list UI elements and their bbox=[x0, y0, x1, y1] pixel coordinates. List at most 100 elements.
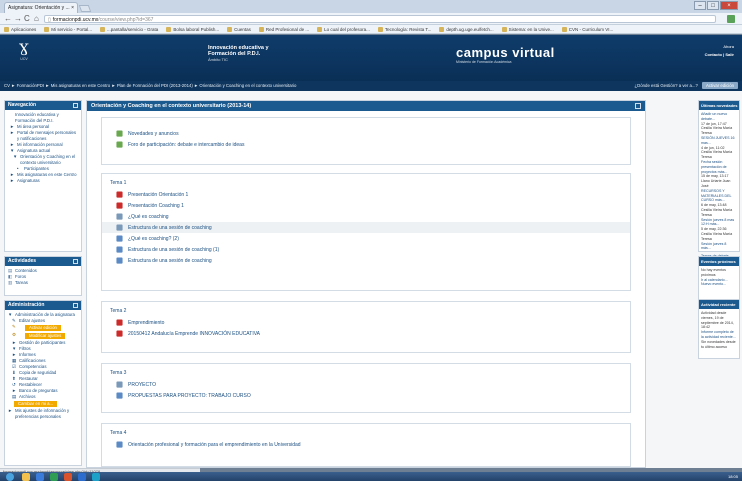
forum-activity[interactable]: Foro de participación: debate e intercam… bbox=[102, 139, 630, 150]
section-title: Tema 1 bbox=[110, 180, 127, 186]
bookmark-label: Bolsa laboral Publish... bbox=[173, 26, 220, 32]
tab-close-icon[interactable]: × bbox=[71, 5, 74, 11]
course-activity[interactable]: Emprendimiento bbox=[102, 317, 630, 328]
browser-icon[interactable] bbox=[36, 473, 44, 481]
home-icon[interactable]: ⌂ bbox=[34, 15, 39, 23]
course-activity[interactable]: PROPUESTAS PARA PROYECTO: TRABAJO CURSO bbox=[102, 390, 630, 401]
bookmark-item[interactable]: ...pantalla/servicio - Grata bbox=[100, 25, 158, 33]
dock-icon[interactable] bbox=[73, 103, 78, 108]
course-activity[interactable]: Presentación Orientación 1 bbox=[102, 189, 630, 200]
header-right-top: Ahora bbox=[723, 44, 734, 49]
explorer-icon[interactable] bbox=[22, 473, 30, 481]
header-links[interactable]: Contacto | Salir bbox=[705, 51, 734, 59]
breadcrumb-right-text[interactable]: ¿Dónde está Gestión? a ver a...? bbox=[635, 83, 698, 88]
bookmark-item[interactable]: Lo cual del profesora... bbox=[317, 25, 370, 33]
forum-activity[interactable]: Novedades y anuncios bbox=[102, 128, 630, 139]
bookmark-icon bbox=[439, 26, 445, 32]
block-link[interactable]: RECURSOS Y MATERIALES DEL CURSO más... bbox=[701, 189, 737, 203]
block-link[interactable]: Nuevo evento... bbox=[701, 282, 737, 287]
admin-item: Cambiar en mi a... bbox=[8, 400, 78, 408]
nav-item-label: Asignaturas bbox=[17, 178, 40, 183]
browser-tab[interactable]: Asignatura: Orientación y ... × bbox=[4, 2, 78, 13]
bookmark-item[interactable]: depth.ug.uge.eu/fetch... bbox=[439, 25, 494, 33]
bookmark-item[interactable]: Sistema: en la Unive... bbox=[501, 25, 554, 33]
block-link[interactable]: Informe completo de la actividad recient… bbox=[701, 330, 737, 340]
course-activity[interactable]: PROYECTO bbox=[102, 379, 630, 390]
forum-icon bbox=[116, 141, 123, 148]
course-content: Orientación y Coaching en el contexto un… bbox=[86, 100, 646, 468]
block-link[interactable]: Fecha sesión presentación de proyectos m… bbox=[701, 160, 737, 174]
chrome-icon[interactable] bbox=[50, 473, 58, 481]
back-arrow-icon[interactable]: ← bbox=[4, 15, 12, 23]
start-button-icon[interactable] bbox=[6, 473, 14, 481]
nav-arrow-icon: ▼ bbox=[13, 154, 18, 159]
skype-icon[interactable] bbox=[92, 473, 100, 481]
university-logo[interactable]: Ɣ UCV bbox=[10, 43, 38, 61]
administration-block-header: Administración bbox=[5, 301, 81, 310]
switch-role-button[interactable]: Cambiar en mi a... bbox=[14, 401, 58, 407]
bookmark-label: ...pantalla/servicio - Grata bbox=[107, 26, 159, 32]
course-activity[interactable]: Orientación profesional y formación para… bbox=[102, 439, 630, 450]
breadcrumb-path[interactable]: CV ► FormaciónPDI ► Mis asignaturas en e… bbox=[4, 83, 296, 88]
header-subtitle: Ámbito TIC bbox=[208, 57, 228, 62]
bookmark-item[interactable]: Bolsa laboral Publish... bbox=[166, 25, 219, 33]
admin-action-button[interactable]: Modificar ajustes bbox=[25, 333, 66, 339]
recent-activity-block: Actividad reciente Actividad desde viern… bbox=[698, 299, 740, 359]
nav-item[interactable]: ► Asignaturas bbox=[8, 178, 78, 184]
course-activity[interactable]: Presentación Coaching 1 bbox=[102, 200, 630, 211]
forward-arrow-icon[interactable]: → bbox=[14, 15, 22, 23]
section-title: Tema 4 bbox=[110, 430, 127, 436]
reload-icon[interactable]: C bbox=[24, 15, 30, 23]
admin-item-icon: ▤ bbox=[12, 394, 17, 399]
dock-icon[interactable] bbox=[73, 303, 78, 308]
admin-item[interactable]: ► Mis ajustes de información y preferenci… bbox=[8, 408, 78, 420]
powerpoint-icon[interactable] bbox=[64, 473, 72, 481]
bookmark-item[interactable]: CVN - Curriculum VI... bbox=[561, 25, 613, 33]
close-window-button[interactable]: × bbox=[720, 1, 738, 10]
administration-block: Administración ▼ Administración de la asi… bbox=[4, 300, 82, 466]
bookmark-item[interactable]: Red Profesional de ... bbox=[258, 25, 309, 33]
turn-editing-on-button[interactable]: Activar edición bbox=[702, 82, 738, 89]
activity-title: Presentación Orientación 1 bbox=[128, 191, 189, 198]
block-text: Cesilia Vieira María Teresa bbox=[701, 231, 733, 241]
course-activity[interactable]: ¿Qué es coaching bbox=[102, 211, 630, 222]
admin-action-button[interactable]: Activar edición bbox=[25, 325, 61, 331]
course-activity[interactable]: Estructura de una sesión de coaching bbox=[102, 222, 630, 233]
activity-link[interactable]: ▥ Tareas bbox=[8, 280, 78, 286]
course-activity[interactable]: Estructura de una sesión de coaching (1) bbox=[102, 244, 630, 255]
block-link[interactable]: Añadir un nuevo debate... bbox=[701, 112, 737, 122]
block-link[interactable]: Sesión jueves 8 más... bbox=[701, 242, 737, 252]
dock-icon[interactable] bbox=[635, 103, 641, 109]
bookmark-item[interactable]: Cuentas bbox=[227, 25, 251, 33]
bookmark-item[interactable]: Tecnología: Revista T... bbox=[377, 25, 431, 33]
url-link-icon bbox=[116, 246, 123, 253]
upcoming-events-title: Eventos próximos bbox=[701, 259, 736, 264]
block-text: Cesilia Vieira María Teresa bbox=[701, 207, 733, 217]
address-bar[interactable]: ▯ formacionpdi.ucv.mx/course/view.php?id=… bbox=[44, 15, 716, 23]
page-icon bbox=[116, 213, 123, 220]
course-section-4: Tema 4 Orientación profesional y formaci… bbox=[101, 423, 631, 467]
tab-title: Asignatura: Orientación y ... bbox=[8, 5, 70, 11]
navigation-list: Innovación educativa y Formación del P.D… bbox=[5, 110, 81, 186]
nav-item[interactable]: ▼ Orientación y Coaching en el contexto u… bbox=[8, 154, 78, 166]
block-link[interactable]: Sesión jueves 8 mas 12:H más... bbox=[701, 218, 737, 228]
course-activity[interactable]: Estructura de una sesión de coaching bbox=[102, 255, 630, 266]
bookmark-item[interactable]: Mi servicio - Portal... bbox=[44, 25, 92, 33]
activity-title: Estructura de una sesión de coaching bbox=[128, 257, 212, 264]
extension-icon[interactable] bbox=[727, 15, 735, 23]
course-activity[interactable]: 20150412 Andalucía Emprende INNOVACIÓN E… bbox=[102, 328, 630, 339]
new-tab-button[interactable] bbox=[78, 5, 92, 12]
nav-item[interactable]: ► Portal de mensajes personales y notific… bbox=[8, 130, 78, 142]
nav-item[interactable]: Innovación educativa y Formación del P.D… bbox=[8, 112, 78, 124]
minimize-button[interactable]: – bbox=[694, 1, 706, 10]
course-activity[interactable]: ¿Qué es coaching? (2) bbox=[102, 233, 630, 244]
activities-block-header: Actividades bbox=[5, 257, 81, 266]
activity-title: 20150412 Andalucía Emprende INNOVACIÓN E… bbox=[128, 330, 261, 337]
dock-icon[interactable] bbox=[73, 259, 78, 264]
campus-virtual-logo[interactable]: campus virtual Ministerio de Formación A… bbox=[456, 45, 555, 64]
word-icon[interactable] bbox=[78, 473, 86, 481]
maximize-button[interactable]: □ bbox=[707, 1, 719, 10]
bookmark-item[interactable]: Aplicaciones bbox=[4, 25, 36, 33]
logo-caption: UCV bbox=[20, 57, 28, 61]
block-link[interactable]: SESIÓN JUEVES 16 mas... bbox=[701, 136, 737, 146]
